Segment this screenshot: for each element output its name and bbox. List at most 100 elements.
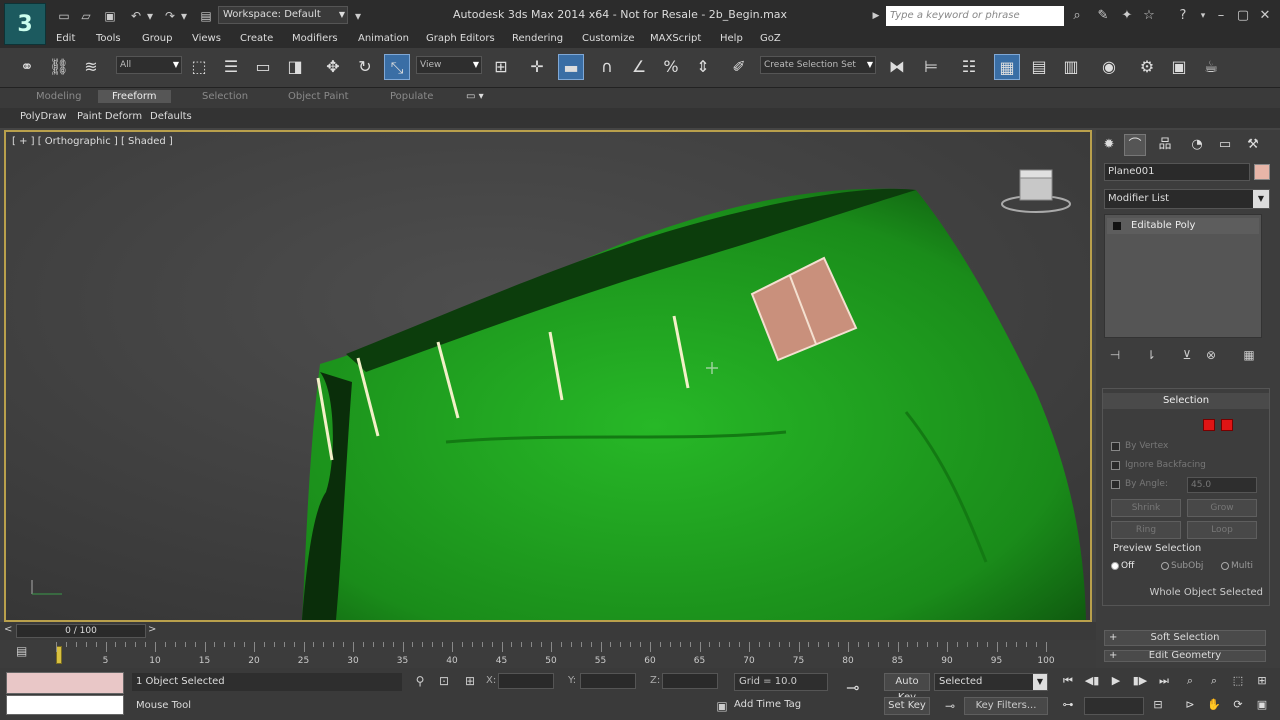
keyboard-shortcut-override-icon[interactable]: ▬ [558,54,584,80]
remove-modifier-icon[interactable]: ⊗ [1202,346,1220,364]
select-manipulate-icon[interactable]: ✛ [524,54,550,80]
isolate-selection-icon[interactable]: ⚲ [412,673,428,689]
ring-button[interactable]: Ring [1111,521,1181,539]
modifier-list-select[interactable]: Modifier List ▼ [1104,189,1270,209]
zoom-all-icon[interactable]: ⌕ [1204,672,1224,690]
menu-modifiers[interactable]: Modifiers [292,33,338,44]
render-setup-icon[interactable]: ⚙ [1134,54,1160,80]
preview-multi-radio[interactable]: Multi [1221,561,1253,571]
object-name-field[interactable]: Plane001 [1104,163,1250,181]
current-frame-field[interactable] [1084,697,1144,715]
menu-views[interactable]: Views [192,33,221,44]
menu-create[interactable]: Create [240,33,273,44]
edit-named-selection-icon[interactable]: ✐ [726,54,752,80]
auto-key-button[interactable]: Auto Key [884,673,930,703]
tab-selection[interactable]: Selection [202,91,248,102]
menu-maxscript[interactable]: MAXScript [650,33,701,44]
grow-button[interactable]: Grow [1187,499,1257,517]
select-and-link-icon[interactable]: ⚭ [14,54,40,80]
material-editor-icon[interactable]: ◉ [1096,54,1122,80]
curve-editor-icon[interactable]: ▤ [1026,54,1052,80]
tab-freeform[interactable]: Freeform [98,90,171,103]
maxscript-listener-input[interactable] [6,672,124,694]
align-icon[interactable]: ⊨ [918,54,944,80]
add-time-tag-button[interactable]: Add Time Tag [734,699,801,710]
zoom-extents-all-icon[interactable]: ⊞ [1252,672,1272,690]
select-and-move-icon[interactable]: ✥ [320,54,346,80]
time-configuration-icon[interactable]: ⊟ [1148,696,1168,714]
go-to-end-icon[interactable]: ⏭ [1154,672,1174,690]
new-file-icon[interactable]: ▭ [56,8,72,24]
selection-rollout-header[interactable]: Selection [1103,393,1269,409]
rendered-frame-window-icon[interactable]: ▣ [1166,54,1192,80]
play-icon[interactable]: ▶ [1106,672,1126,690]
percent-snap-icon[interactable]: % [658,54,684,80]
workspace-select[interactable]: Workspace: Default ▼ [218,6,348,24]
layer-manager-icon[interactable]: ☷ [956,54,982,80]
time-slider[interactable]: < 0 / 100 > [0,622,1096,640]
key-mode-toggle-icon[interactable]: ⊶ [1058,696,1078,714]
modify-tab-icon[interactable]: ⌒ [1124,134,1146,156]
tab-object-paint[interactable]: Object Paint [288,91,349,102]
paint-deform-panel[interactable]: Paint Deform [77,111,142,122]
snaps-toggle-icon[interactable]: ∩ [594,54,620,80]
set-keys-key-icon[interactable]: ⊸ [846,678,859,697]
time-slider-thumb[interactable]: 0 / 100 [16,624,146,638]
favorites-star-icon[interactable]: ☆ [1140,7,1158,25]
menu-animation[interactable]: Animation [358,33,409,44]
maxscript-output[interactable] [6,695,124,715]
select-and-rotate-icon[interactable]: ↻ [352,54,378,80]
preview-off-radio[interactable]: Off [1111,561,1134,571]
z-coord-field[interactable] [662,673,718,689]
menu-goz[interactable]: GoZ [760,33,781,44]
pin-stack-icon[interactable]: ⊣ [1106,346,1124,364]
key-filter-toggle-icon[interactable]: ⊸ [942,698,958,714]
save-icon[interactable]: ▣ [102,8,118,24]
polygon-subobject-button[interactable] [1203,419,1215,431]
named-selection-sets-select[interactable]: Create Selection Set ▼ [760,56,876,74]
next-frame-icon[interactable]: ▮▶ [1130,672,1150,690]
key-filters-button[interactable]: Key Filters... [964,697,1048,715]
graphite-modeling-tools-icon[interactable]: ▦ [994,54,1020,80]
binoculars-icon[interactable]: ⌕ [1068,7,1086,25]
project-folder-icon[interactable]: ▤ [198,8,214,24]
viewport-canvas[interactable] [6,132,1090,620]
pivot-center-icon[interactable]: ⊞ [488,54,514,80]
polydraw-panel[interactable]: PolyDraw [20,111,67,122]
motion-tab-icon[interactable]: ◔ [1186,134,1208,156]
search-input[interactable]: Type a keyword or phrase [886,6,1064,26]
absolute-mode-transform-icon[interactable]: ⊞ [462,673,478,689]
angle-snap-icon[interactable]: ∠ [626,54,652,80]
menu-graph-editors[interactable]: Graph Editors [426,33,495,44]
unlink-icon[interactable]: ⛓ [46,54,72,80]
configure-sets-icon[interactable]: ▦ [1240,346,1258,364]
schematic-view-icon[interactable]: ▥ [1058,54,1084,80]
selection-lock-icon[interactable]: ⊡ [436,673,452,689]
key-mode-select[interactable]: Selected ▼ [934,673,1048,691]
menu-help[interactable]: Help [720,33,743,44]
ignore-backfacing-checkbox[interactable]: Ignore Backfacing [1111,460,1251,472]
select-by-name-icon[interactable]: ☰ [218,54,244,80]
spinner-snap-icon[interactable]: ⇕ [690,54,716,80]
edit-geometry-rollout[interactable]: + Edit Geometry [1104,650,1266,662]
shrink-button[interactable]: Shrink [1111,499,1181,517]
minimize-icon[interactable]: – [1212,7,1230,25]
redo-dropdown-icon[interactable]: ▾ [176,8,192,24]
tab-modeling[interactable]: Modeling [36,91,82,102]
y-coord-field[interactable] [580,673,636,689]
mirror-icon[interactable]: ⧓ [884,54,910,80]
ribbon-options-icon[interactable]: ▭ ▾ [466,91,484,102]
help-icon[interactable]: ? [1174,7,1192,25]
defaults-panel[interactable]: Defaults [150,111,192,122]
soft-selection-rollout[interactable]: + Soft Selection [1104,630,1266,646]
zoom-extents-icon[interactable]: ⬚ [1228,672,1248,690]
field-of-view-icon[interactable]: ⊳ [1180,696,1200,714]
object-color-swatch[interactable] [1254,164,1270,180]
zoom-icon[interactable]: ⌕ [1180,672,1200,690]
menu-customize[interactable]: Customize [582,33,635,44]
viewport-orthographic[interactable]: [ + ] [ Orthographic ] [ Shaded ] [4,130,1092,622]
select-object-icon[interactable]: ⬚ [186,54,212,80]
make-unique-icon[interactable]: ⊻ [1178,346,1196,364]
reference-coordinate-select[interactable]: View ▼ [416,56,482,74]
loop-button[interactable]: Loop [1187,521,1257,539]
